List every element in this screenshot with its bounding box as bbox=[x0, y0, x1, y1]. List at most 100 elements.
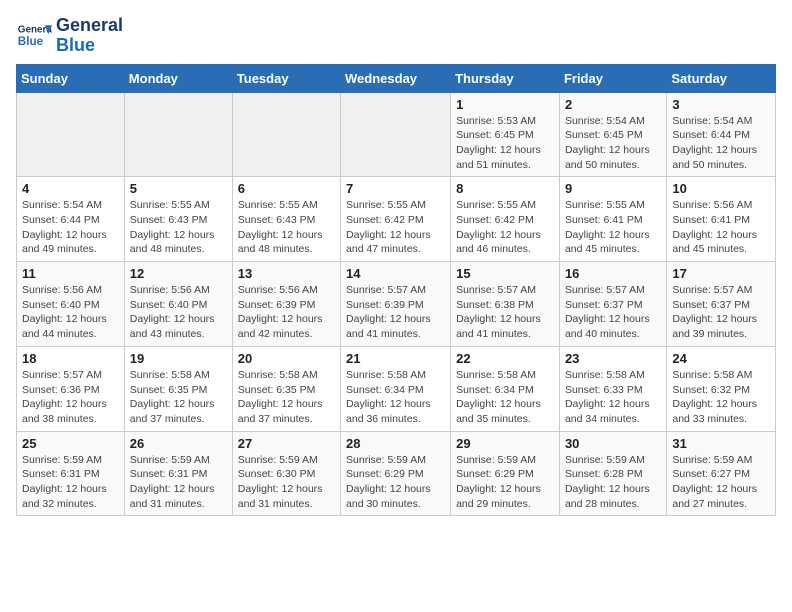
calendar-cell: 1Sunrise: 5:53 AM Sunset: 6:45 PM Daylig… bbox=[451, 92, 560, 177]
day-number: 24 bbox=[672, 351, 770, 366]
calendar-cell: 13 Sunrise: 5:56 AM Sunset: 6:39 PM Dayli… bbox=[232, 262, 340, 347]
day-number: 14 bbox=[346, 266, 445, 281]
day-number: 15 bbox=[456, 266, 554, 281]
svg-text:Blue: Blue bbox=[18, 35, 44, 48]
day-detail: Sunrise: 5:55 AM Sunset: 6:43 PM Dayligh… bbox=[238, 198, 335, 257]
day-detail: Sunrise: 5:58 AM Sunset: 6:32 PM Dayligh… bbox=[672, 368, 770, 427]
day-number: 5 bbox=[130, 181, 227, 196]
calendar-cell: 16 Sunrise: 5:57 AM Sunset: 6:37 PM Dayli… bbox=[559, 262, 666, 347]
calendar-cell: 3 Sunrise: 5:54 AM Sunset: 6:44 PM Daylig… bbox=[667, 92, 776, 177]
day-number: 29 bbox=[456, 436, 554, 451]
day-number: 2 bbox=[565, 97, 661, 112]
day-number: 25 bbox=[22, 436, 119, 451]
day-number: 20 bbox=[238, 351, 335, 366]
day-detail: Sunrise: 5:58 AM Sunset: 6:34 PM Dayligh… bbox=[346, 368, 445, 427]
logo-icon: General Blue bbox=[16, 18, 52, 54]
day-number: 28 bbox=[346, 436, 445, 451]
calendar-table: SundayMondayTuesdayWednesdayThursdayFrid… bbox=[16, 64, 776, 517]
calendar-cell: 10 Sunrise: 5:56 AM Sunset: 6:41 PM Dayli… bbox=[667, 177, 776, 262]
day-detail: Sunrise: 5:57 AM Sunset: 6:36 PM Dayligh… bbox=[22, 368, 119, 427]
day-number: 7 bbox=[346, 181, 445, 196]
calendar-cell: 4 Sunrise: 5:54 AM Sunset: 6:44 PM Daylig… bbox=[17, 177, 125, 262]
day-detail: Sunrise: 5:57 AM Sunset: 6:37 PM Dayligh… bbox=[672, 283, 770, 342]
day-detail: Sunrise: 5:59 AM Sunset: 6:28 PM Dayligh… bbox=[565, 453, 661, 512]
day-detail: Sunrise: 5:54 AM Sunset: 6:45 PM Dayligh… bbox=[565, 114, 661, 173]
calendar-cell: 15 Sunrise: 5:57 AM Sunset: 6:38 PM Dayli… bbox=[451, 262, 560, 347]
column-header-tuesday: Tuesday bbox=[232, 64, 340, 92]
day-number: 26 bbox=[130, 436, 227, 451]
day-number: 12 bbox=[130, 266, 227, 281]
calendar-cell: 20 Sunrise: 5:58 AM Sunset: 6:35 PM Dayli… bbox=[232, 346, 340, 431]
day-number: 30 bbox=[565, 436, 661, 451]
day-detail: Sunrise: 5:58 AM Sunset: 6:35 PM Dayligh… bbox=[238, 368, 335, 427]
day-detail: Sunrise: 5:59 AM Sunset: 6:29 PM Dayligh… bbox=[346, 453, 445, 512]
day-detail: Sunrise: 5:53 AM Sunset: 6:45 PM Dayligh… bbox=[456, 114, 554, 173]
calendar-cell: 14Sunrise: 5:57 AM Sunset: 6:39 PM Dayli… bbox=[341, 262, 451, 347]
calendar-cell: 31 Sunrise: 5:59 AM Sunset: 6:27 PM Dayli… bbox=[667, 431, 776, 516]
day-detail: Sunrise: 5:59 AM Sunset: 6:27 PM Dayligh… bbox=[672, 453, 770, 512]
calendar-cell: 9 Sunrise: 5:55 AM Sunset: 6:41 PM Daylig… bbox=[559, 177, 666, 262]
day-number: 6 bbox=[238, 181, 335, 196]
day-detail: Sunrise: 5:57 AM Sunset: 6:38 PM Dayligh… bbox=[456, 283, 554, 342]
day-detail: Sunrise: 5:56 AM Sunset: 6:40 PM Dayligh… bbox=[22, 283, 119, 342]
day-detail: Sunrise: 5:55 AM Sunset: 6:42 PM Dayligh… bbox=[456, 198, 554, 257]
calendar-cell: 24 Sunrise: 5:58 AM Sunset: 6:32 PM Dayli… bbox=[667, 346, 776, 431]
day-detail: Sunrise: 5:54 AM Sunset: 6:44 PM Dayligh… bbox=[22, 198, 119, 257]
column-header-thursday: Thursday bbox=[451, 64, 560, 92]
calendar-cell: 5 Sunrise: 5:55 AM Sunset: 6:43 PM Daylig… bbox=[124, 177, 232, 262]
day-detail: Sunrise: 5:59 AM Sunset: 6:31 PM Dayligh… bbox=[22, 453, 119, 512]
calendar-cell: 7 Sunrise: 5:55 AM Sunset: 6:42 PM Daylig… bbox=[341, 177, 451, 262]
day-number: 3 bbox=[672, 97, 770, 112]
day-number: 13 bbox=[238, 266, 335, 281]
day-number: 8 bbox=[456, 181, 554, 196]
calendar-cell: 11 Sunrise: 5:56 AM Sunset: 6:40 PM Dayli… bbox=[17, 262, 125, 347]
logo-text-line1: General bbox=[56, 16, 123, 36]
day-detail: Sunrise: 5:58 AM Sunset: 6:34 PM Dayligh… bbox=[456, 368, 554, 427]
column-header-sunday: Sunday bbox=[17, 64, 125, 92]
column-header-saturday: Saturday bbox=[667, 64, 776, 92]
calendar-cell bbox=[341, 92, 451, 177]
calendar-cell: 28 Sunrise: 5:59 AM Sunset: 6:29 PM Dayli… bbox=[341, 431, 451, 516]
day-number: 19 bbox=[130, 351, 227, 366]
day-number: 17 bbox=[672, 266, 770, 281]
day-number: 22 bbox=[456, 351, 554, 366]
day-detail: Sunrise: 5:56 AM Sunset: 6:40 PM Dayligh… bbox=[130, 283, 227, 342]
calendar-cell: 22 Sunrise: 5:58 AM Sunset: 6:34 PM Dayli… bbox=[451, 346, 560, 431]
calendar-cell: 18 Sunrise: 5:57 AM Sunset: 6:36 PM Dayli… bbox=[17, 346, 125, 431]
calendar-cell: 6 Sunrise: 5:55 AM Sunset: 6:43 PM Daylig… bbox=[232, 177, 340, 262]
day-number: 18 bbox=[22, 351, 119, 366]
day-number: 10 bbox=[672, 181, 770, 196]
day-detail: Sunrise: 5:55 AM Sunset: 6:42 PM Dayligh… bbox=[346, 198, 445, 257]
calendar-cell bbox=[232, 92, 340, 177]
calendar-cell bbox=[124, 92, 232, 177]
column-header-monday: Monday bbox=[124, 64, 232, 92]
day-detail: Sunrise: 5:55 AM Sunset: 6:41 PM Dayligh… bbox=[565, 198, 661, 257]
day-detail: Sunrise: 5:54 AM Sunset: 6:44 PM Dayligh… bbox=[672, 114, 770, 173]
day-number: 4 bbox=[22, 181, 119, 196]
day-detail: Sunrise: 5:57 AM Sunset: 6:37 PM Dayligh… bbox=[565, 283, 661, 342]
day-number: 31 bbox=[672, 436, 770, 451]
day-detail: Sunrise: 5:58 AM Sunset: 6:33 PM Dayligh… bbox=[565, 368, 661, 427]
day-number: 11 bbox=[22, 266, 119, 281]
logo: General Blue General Blue bbox=[16, 16, 123, 56]
calendar-cell: 23 Sunrise: 5:58 AM Sunset: 6:33 PM Dayli… bbox=[559, 346, 666, 431]
calendar-cell: 17 Sunrise: 5:57 AM Sunset: 6:37 PM Dayli… bbox=[667, 262, 776, 347]
calendar-cell: 30 Sunrise: 5:59 AM Sunset: 6:28 PM Dayli… bbox=[559, 431, 666, 516]
day-detail: Sunrise: 5:59 AM Sunset: 6:31 PM Dayligh… bbox=[130, 453, 227, 512]
day-detail: Sunrise: 5:56 AM Sunset: 6:41 PM Dayligh… bbox=[672, 198, 770, 257]
day-detail: Sunrise: 5:56 AM Sunset: 6:39 PM Dayligh… bbox=[238, 283, 335, 342]
column-header-friday: Friday bbox=[559, 64, 666, 92]
calendar-cell: 2 Sunrise: 5:54 AM Sunset: 6:45 PM Daylig… bbox=[559, 92, 666, 177]
day-number: 16 bbox=[565, 266, 661, 281]
calendar-cell: 21 Sunrise: 5:58 AM Sunset: 6:34 PM Dayli… bbox=[341, 346, 451, 431]
calendar-cell: 29 Sunrise: 5:59 AM Sunset: 6:29 PM Dayli… bbox=[451, 431, 560, 516]
day-detail: Sunrise: 5:55 AM Sunset: 6:43 PM Dayligh… bbox=[130, 198, 227, 257]
column-header-wednesday: Wednesday bbox=[341, 64, 451, 92]
day-number: 23 bbox=[565, 351, 661, 366]
day-detail: Sunrise: 5:59 AM Sunset: 6:29 PM Dayligh… bbox=[456, 453, 554, 512]
logo-text-line2: Blue bbox=[56, 36, 123, 56]
calendar-cell: 26 Sunrise: 5:59 AM Sunset: 6:31 PM Dayli… bbox=[124, 431, 232, 516]
day-number: 9 bbox=[565, 181, 661, 196]
day-number: 21 bbox=[346, 351, 445, 366]
day-detail: Sunrise: 5:59 AM Sunset: 6:30 PM Dayligh… bbox=[238, 453, 335, 512]
